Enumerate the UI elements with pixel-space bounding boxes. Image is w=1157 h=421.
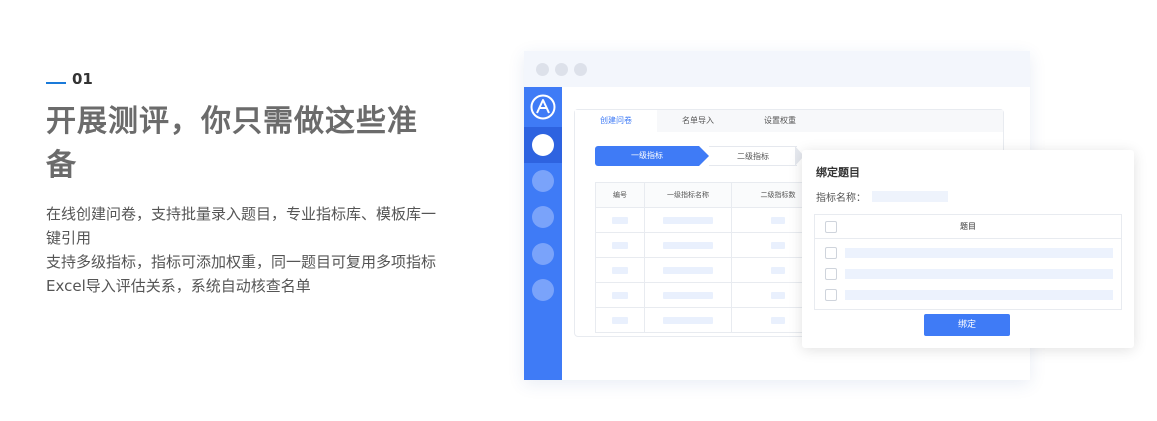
app-logo-icon (530, 94, 556, 120)
tab-import-list[interactable]: 名单导入 (657, 110, 739, 132)
question-checkbox[interactable] (825, 289, 837, 301)
placeholder-bar (663, 216, 713, 224)
question-row[interactable] (815, 264, 1121, 282)
placeholder-bar (845, 269, 1113, 279)
question-column-header: 题目 (960, 222, 976, 231)
placeholder-bar (612, 216, 628, 224)
window-dot (574, 62, 587, 76)
table-row[interactable] (595, 307, 825, 333)
section-number: 01 (72, 70, 93, 88)
table-header-row: 编号 一级指标名称 二级指标数 (595, 182, 825, 208)
column-header: 编号 (595, 182, 645, 208)
step-arrow (699, 146, 709, 166)
sidebar-nav-icon[interactable] (532, 170, 554, 192)
question-table: 题目 (814, 214, 1122, 310)
placeholder-bar (845, 290, 1113, 300)
table-row[interactable] (595, 282, 825, 308)
placeholder-bar (771, 316, 785, 324)
placeholder-bar (771, 291, 785, 299)
section-description: 在线创建问卷，支持批量录入题目，专业指标库、模板库一键引用 支持多级指标，指标可… (46, 202, 441, 298)
placeholder-bar (771, 266, 785, 274)
question-table-header: 题目 (815, 215, 1121, 239)
indicator-name-field[interactable] (872, 191, 948, 202)
placeholder-bar (612, 316, 628, 324)
step-level-1[interactable]: 一级指标 (595, 146, 699, 166)
placeholder-bar (663, 241, 713, 249)
app-sidebar (524, 87, 562, 380)
table-row[interactable] (595, 257, 825, 283)
section-number-row: 01 (46, 68, 446, 90)
placeholder-bar (663, 291, 713, 299)
placeholder-bar (771, 216, 785, 224)
placeholder-bar (663, 316, 713, 324)
table-row[interactable] (595, 207, 825, 233)
sidebar-nav-icon[interactable] (532, 134, 554, 156)
description-line: 在线创建问卷，支持批量录入题目，专业指标库、模板库一键引用 (46, 205, 437, 247)
placeholder-bar (771, 241, 785, 249)
placeholder-bar (845, 248, 1113, 258)
description-line: 支持多级指标，指标可添加权重，同一题目可复用多项指标 Excel导入评估关系，系… (46, 253, 437, 295)
window-dot (555, 62, 568, 76)
sidebar-nav-icon[interactable] (532, 279, 554, 301)
window-dot (536, 62, 549, 76)
number-underline (46, 82, 66, 84)
bind-button[interactable]: 绑定 (924, 314, 1010, 336)
placeholder-bar (612, 241, 628, 249)
table-row[interactable] (595, 232, 825, 258)
column-header: 一级指标名称 (644, 182, 732, 208)
step-level-2[interactable]: 二级指标 (709, 146, 797, 166)
question-row[interactable] (815, 285, 1121, 303)
placeholder-bar (612, 291, 628, 299)
sidebar-nav-icon[interactable] (532, 243, 554, 265)
indicator-table: 编号 一级指标名称 二级指标数 (595, 182, 825, 333)
tab-bar: 创建问卷 名单导入 设置权重 (575, 110, 1003, 132)
placeholder-bar (663, 266, 713, 274)
indicator-name-label: 指标名称： (816, 193, 866, 204)
question-checkbox[interactable] (825, 247, 837, 259)
intro-section: 01 开展测评，你只需做这些准备 在线创建问卷，支持批量录入题目，专业指标库、模… (46, 68, 446, 298)
bind-question-dialog: 绑定题目 指标名称： 题目 绑定 (802, 150, 1134, 348)
question-checkbox[interactable] (825, 268, 837, 280)
dialog-title: 绑定题目 (816, 166, 860, 179)
tab-set-weights[interactable]: 设置权重 (739, 110, 821, 132)
sidebar-nav-icon[interactable] (532, 206, 554, 228)
window-titlebar (524, 51, 1030, 87)
placeholder-bar (612, 266, 628, 274)
question-row[interactable] (815, 243, 1121, 261)
section-title: 开展测评，你只需做这些准备 (46, 104, 418, 183)
tab-create-survey[interactable]: 创建问卷 (575, 110, 657, 132)
